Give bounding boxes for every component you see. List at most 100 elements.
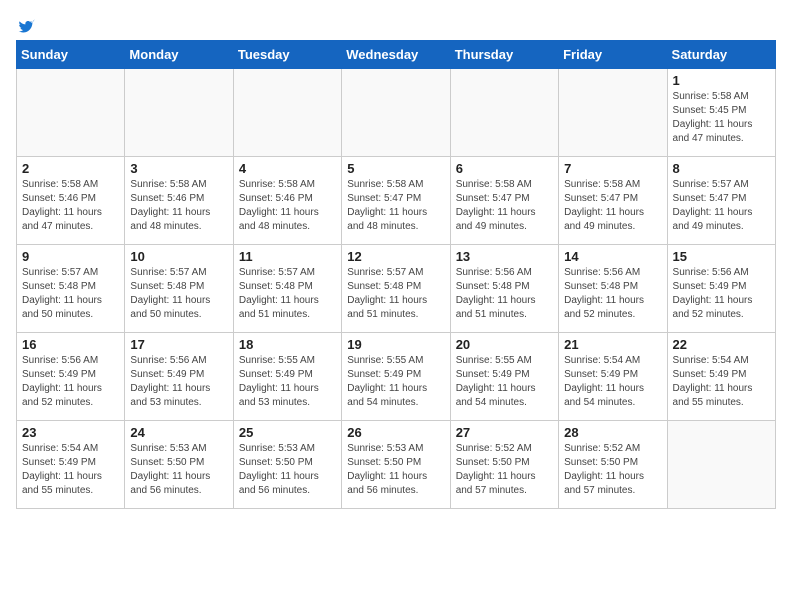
day-number: 14	[564, 249, 661, 264]
calendar-cell: 26 Sunrise: 5:53 AM Sunset: 5:50 PM Dayli…	[342, 421, 450, 509]
day-info: Sunrise: 5:53 AM Sunset: 5:50 PM Dayligh…	[347, 442, 444, 498]
calendar-cell: 22 Sunrise: 5:54 AM Sunset: 5:49 PM Dayli…	[667, 333, 775, 421]
day-number: 26	[347, 425, 444, 440]
day-info: Sunrise: 5:54 AM Sunset: 5:49 PM Dayligh…	[673, 354, 770, 410]
weekday-header-wednesday: Wednesday	[342, 41, 450, 69]
day-info: Sunrise: 5:56 AM Sunset: 5:48 PM Dayligh…	[456, 266, 553, 322]
day-number: 9	[22, 249, 119, 264]
calendar-cell: 25 Sunrise: 5:53 AM Sunset: 5:50 PM Dayli…	[233, 421, 341, 509]
day-number: 8	[673, 161, 770, 176]
day-info: Sunrise: 5:55 AM Sunset: 5:49 PM Dayligh…	[239, 354, 336, 410]
calendar-cell: 28 Sunrise: 5:52 AM Sunset: 5:50 PM Dayli…	[559, 421, 667, 509]
calendar-cell: 15 Sunrise: 5:56 AM Sunset: 5:49 PM Dayli…	[667, 245, 775, 333]
day-number: 6	[456, 161, 553, 176]
calendar-cell	[17, 69, 125, 157]
weekday-header-monday: Monday	[125, 41, 233, 69]
calendar-cell: 27Sunrise: 5:52 AM Sunset: 5:50 PM Dayli…	[450, 421, 558, 509]
day-info: Sunrise: 5:57 AM Sunset: 5:48 PM Dayligh…	[239, 266, 336, 322]
calendar-cell: 5 Sunrise: 5:58 AM Sunset: 5:47 PM Daylig…	[342, 157, 450, 245]
day-number: 18	[239, 337, 336, 352]
calendar-cell: 18 Sunrise: 5:55 AM Sunset: 5:49 PM Dayli…	[233, 333, 341, 421]
calendar-cell: 21Sunrise: 5:54 AM Sunset: 5:49 PM Dayli…	[559, 333, 667, 421]
day-info: Sunrise: 5:56 AM Sunset: 5:49 PM Dayligh…	[22, 354, 119, 410]
calendar-week-1: 1 Sunrise: 5:58 AM Sunset: 5:45 PM Daylig…	[17, 69, 776, 157]
day-info: Sunrise: 5:58 AM Sunset: 5:47 PM Dayligh…	[347, 178, 444, 234]
calendar-week-3: 9 Sunrise: 5:57 AM Sunset: 5:48 PM Daylig…	[17, 245, 776, 333]
calendar-cell: 24Sunrise: 5:53 AM Sunset: 5:50 PM Dayli…	[125, 421, 233, 509]
day-info: Sunrise: 5:57 AM Sunset: 5:48 PM Dayligh…	[22, 266, 119, 322]
calendar-cell: 8 Sunrise: 5:57 AM Sunset: 5:47 PM Daylig…	[667, 157, 775, 245]
weekday-header-friday: Friday	[559, 41, 667, 69]
weekday-header-thursday: Thursday	[450, 41, 558, 69]
calendar-cell: 2 Sunrise: 5:58 AM Sunset: 5:46 PM Daylig…	[17, 157, 125, 245]
day-number: 28	[564, 425, 661, 440]
calendar-week-5: 23Sunrise: 5:54 AM Sunset: 5:49 PM Dayli…	[17, 421, 776, 509]
day-number: 7	[564, 161, 661, 176]
day-number: 20	[456, 337, 553, 352]
day-info: Sunrise: 5:55 AM Sunset: 5:49 PM Dayligh…	[347, 354, 444, 410]
weekday-header-sunday: Sunday	[17, 41, 125, 69]
calendar-cell: 11Sunrise: 5:57 AM Sunset: 5:48 PM Dayli…	[233, 245, 341, 333]
calendar-cell: 7 Sunrise: 5:58 AM Sunset: 5:47 PM Daylig…	[559, 157, 667, 245]
day-info: Sunrise: 5:56 AM Sunset: 5:49 PM Dayligh…	[673, 266, 770, 322]
calendar-cell: 13 Sunrise: 5:56 AM Sunset: 5:48 PM Dayli…	[450, 245, 558, 333]
day-info: Sunrise: 5:58 AM Sunset: 5:46 PM Dayligh…	[130, 178, 227, 234]
day-info: Sunrise: 5:57 AM Sunset: 5:48 PM Dayligh…	[347, 266, 444, 322]
calendar-cell: 17 Sunrise: 5:56 AM Sunset: 5:49 PM Dayli…	[125, 333, 233, 421]
day-number: 1	[673, 73, 770, 88]
calendar-cell: 1 Sunrise: 5:58 AM Sunset: 5:45 PM Daylig…	[667, 69, 775, 157]
page-header	[16, 16, 776, 32]
calendar-cell: 23Sunrise: 5:54 AM Sunset: 5:49 PM Dayli…	[17, 421, 125, 509]
calendar-cell: 4 Sunrise: 5:58 AM Sunset: 5:46 PM Daylig…	[233, 157, 341, 245]
day-number: 4	[239, 161, 336, 176]
day-info: Sunrise: 5:58 AM Sunset: 5:47 PM Dayligh…	[564, 178, 661, 234]
day-number: 19	[347, 337, 444, 352]
calendar-cell	[342, 69, 450, 157]
weekday-header-tuesday: Tuesday	[233, 41, 341, 69]
calendar-cell	[233, 69, 341, 157]
calendar-cell: 10 Sunrise: 5:57 AM Sunset: 5:48 PM Dayli…	[125, 245, 233, 333]
day-info: Sunrise: 5:53 AM Sunset: 5:50 PM Dayligh…	[130, 442, 227, 498]
calendar-cell: 16 Sunrise: 5:56 AM Sunset: 5:49 PM Dayli…	[17, 333, 125, 421]
day-info: Sunrise: 5:56 AM Sunset: 5:49 PM Dayligh…	[130, 354, 227, 410]
day-number: 10	[130, 249, 227, 264]
calendar-week-4: 16 Sunrise: 5:56 AM Sunset: 5:49 PM Dayli…	[17, 333, 776, 421]
calendar-cell	[450, 69, 558, 157]
day-number: 3	[130, 161, 227, 176]
day-info: Sunrise: 5:57 AM Sunset: 5:47 PM Dayligh…	[673, 178, 770, 234]
day-number: 21	[564, 337, 661, 352]
day-info: Sunrise: 5:57 AM Sunset: 5:48 PM Dayligh…	[130, 266, 227, 322]
calendar-cell: 20 Sunrise: 5:55 AM Sunset: 5:49 PM Dayli…	[450, 333, 558, 421]
calendar-cell: 12 Sunrise: 5:57 AM Sunset: 5:48 PM Dayli…	[342, 245, 450, 333]
logo	[16, 16, 36, 32]
day-number: 5	[347, 161, 444, 176]
calendar-cell: 6Sunrise: 5:58 AM Sunset: 5:47 PM Daylig…	[450, 157, 558, 245]
day-info: Sunrise: 5:56 AM Sunset: 5:48 PM Dayligh…	[564, 266, 661, 322]
day-number: 16	[22, 337, 119, 352]
calendar-week-2: 2 Sunrise: 5:58 AM Sunset: 5:46 PM Daylig…	[17, 157, 776, 245]
day-info: Sunrise: 5:58 AM Sunset: 5:46 PM Dayligh…	[22, 178, 119, 234]
day-number: 17	[130, 337, 227, 352]
calendar-table: SundayMondayTuesdayWednesdayThursdayFrid…	[16, 40, 776, 509]
day-info: Sunrise: 5:52 AM Sunset: 5:50 PM Dayligh…	[564, 442, 661, 498]
day-info: Sunrise: 5:53 AM Sunset: 5:50 PM Dayligh…	[239, 442, 336, 498]
day-number: 12	[347, 249, 444, 264]
day-number: 13	[456, 249, 553, 264]
day-number: 23	[22, 425, 119, 440]
day-info: Sunrise: 5:55 AM Sunset: 5:49 PM Dayligh…	[456, 354, 553, 410]
day-number: 2	[22, 161, 119, 176]
calendar-header-row: SundayMondayTuesdayWednesdayThursdayFrid…	[17, 41, 776, 69]
day-number: 15	[673, 249, 770, 264]
day-number: 25	[239, 425, 336, 440]
calendar-cell: 14 Sunrise: 5:56 AM Sunset: 5:48 PM Dayli…	[559, 245, 667, 333]
calendar-cell: 19 Sunrise: 5:55 AM Sunset: 5:49 PM Dayli…	[342, 333, 450, 421]
day-info: Sunrise: 5:52 AM Sunset: 5:50 PM Dayligh…	[456, 442, 553, 498]
day-info: Sunrise: 5:58 AM Sunset: 5:46 PM Dayligh…	[239, 178, 336, 234]
calendar-cell	[559, 69, 667, 157]
calendar-cell	[125, 69, 233, 157]
day-number: 22	[673, 337, 770, 352]
weekday-header-saturday: Saturday	[667, 41, 775, 69]
day-info: Sunrise: 5:58 AM Sunset: 5:45 PM Dayligh…	[673, 90, 770, 146]
logo-bird-icon	[18, 16, 36, 34]
calendar-cell	[667, 421, 775, 509]
